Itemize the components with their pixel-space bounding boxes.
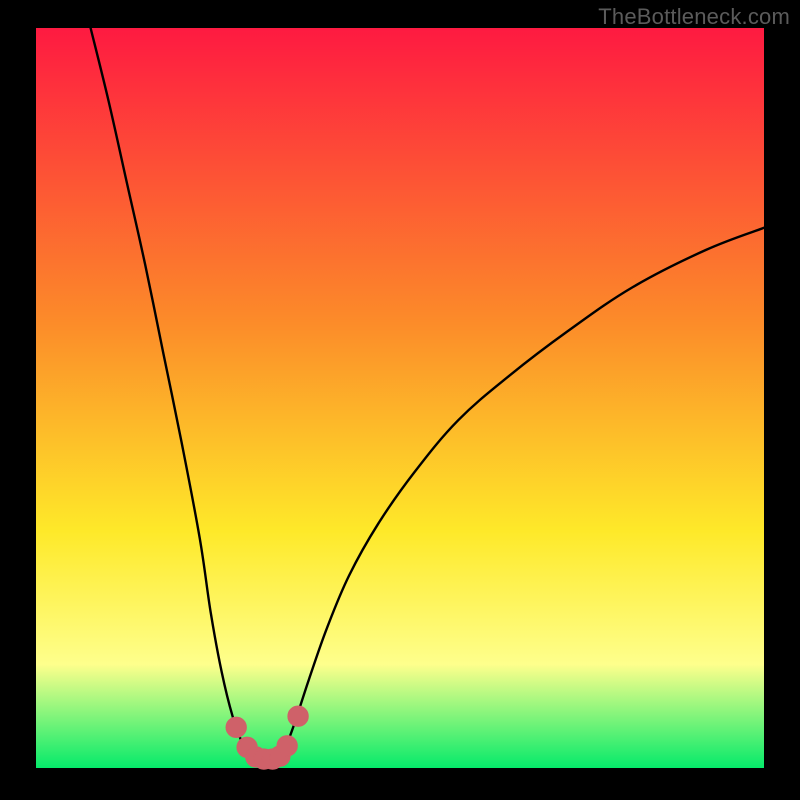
- plot-gradient-background: [36, 28, 764, 768]
- watermark-text: TheBottleneck.com: [598, 4, 790, 30]
- valley-marker: [277, 736, 297, 756]
- bottleneck-chart: [0, 0, 800, 800]
- valley-marker: [288, 706, 308, 726]
- valley-marker: [226, 717, 246, 737]
- chart-frame: TheBottleneck.com: [0, 0, 800, 800]
